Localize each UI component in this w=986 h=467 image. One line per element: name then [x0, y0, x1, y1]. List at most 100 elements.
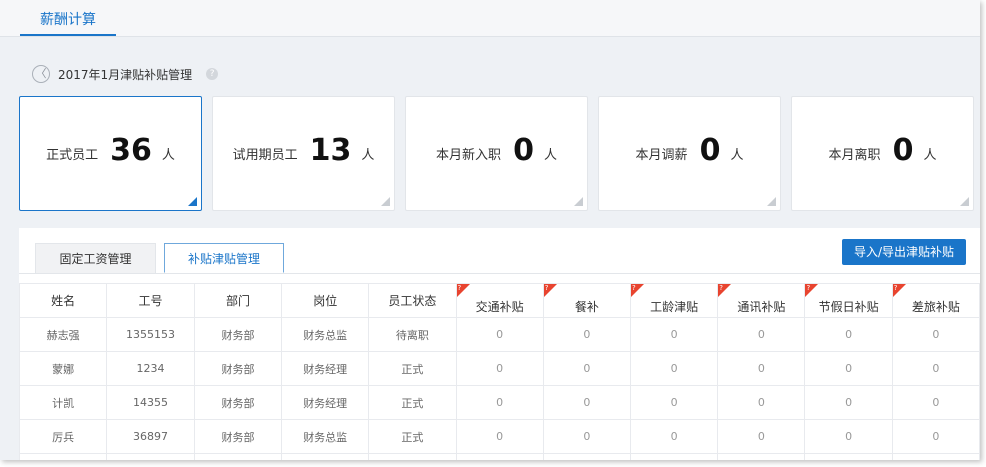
stat-card-new-hires[interactable]: 本月新入职 0 人 [405, 96, 588, 211]
cell-name: 厉兵 [18, 419, 108, 454]
cell-meal[interactable] [542, 453, 632, 460]
cell-meal[interactable]: 0 [542, 385, 632, 420]
cell-travel[interactable]: 0 [891, 317, 980, 352]
cell-department [193, 453, 283, 460]
stat-card-salary-adjust[interactable]: 本月调薪 0 人 [598, 96, 781, 211]
corner-triangle-icon [381, 197, 390, 206]
cell-meal[interactable]: 0 [542, 419, 632, 454]
cell-meal[interactable]: 0 [542, 317, 632, 352]
cell-meal[interactable]: 0 [542, 351, 632, 386]
col-header-meal[interactable]: ? 餐补 [542, 283, 632, 318]
cell-status: 待离职 [368, 317, 457, 352]
page-header: 〈 2017年1月津贴补贴管理 ? [32, 64, 219, 84]
stat-unit: 人 [161, 148, 175, 163]
cell-seniority[interactable]: 0 [630, 385, 719, 420]
corner-triangle-icon [574, 197, 583, 206]
allowance-panel: 固定工资管理 补贴津贴管理 导入/导出津贴补贴 姓名 工号 部门 岗位 员工状态… [18, 228, 980, 460]
stat-unit: 人 [543, 148, 557, 163]
stat-value: 0 [892, 133, 914, 168]
tab-fixed-salary[interactable]: 固定工资管理 [35, 243, 156, 273]
cell-status: 正式 [368, 351, 457, 386]
cell-transport[interactable]: 0 [455, 351, 544, 386]
cell-seniority[interactable]: 0 [630, 317, 719, 352]
cell-position: 财务经理 [281, 351, 370, 386]
cell-employee-id [106, 453, 195, 460]
cell-travel[interactable]: 0 [891, 385, 980, 420]
stat-label: 试用期员工 [232, 148, 298, 163]
col-header-label: 节假日补贴 [818, 300, 879, 314]
table-row[interactable] [18, 453, 980, 460]
cell-communication[interactable]: 0 [717, 317, 806, 352]
cell-employee-id: 1355153 [106, 317, 195, 352]
table-row[interactable]: 赫志强 1355153 财务部 财务总监 待离职 0 0 0 0 0 0 [18, 317, 980, 352]
cell-employee-id: 1234 [106, 351, 195, 386]
cell-travel[interactable]: 0 [891, 419, 980, 454]
stat-card-departures[interactable]: 本月离职 0 人 [791, 96, 974, 211]
cell-name: 计凯 [18, 385, 108, 420]
tab-salary-calc[interactable]: 薪酬计算 [20, 0, 116, 36]
cell-seniority[interactable] [630, 453, 719, 460]
stat-value: 13 [309, 133, 352, 168]
table-row[interactable]: 计凯 14355 财务部 财务经理 正式 0 0 0 0 0 0 [18, 385, 980, 420]
col-header-seniority[interactable]: ? 工龄津贴 [630, 283, 719, 318]
cell-communication[interactable]: 0 [717, 385, 806, 420]
cell-name: 蒙娜 [18, 351, 108, 386]
flag-icon: ? [718, 284, 732, 297]
cell-holiday[interactable]: 0 [804, 351, 893, 386]
cell-holiday[interactable]: 0 [804, 317, 893, 352]
allowance-table: 姓名 工号 部门 岗位 员工状态 ? 交通补贴 ? 餐补 ? 工龄津贴 ? 通讯补贴 ?… [18, 283, 980, 460]
table-row[interactable]: 蒙娜 1234 财务部 财务经理 正式 0 0 0 0 0 0 [18, 351, 980, 386]
cell-department: 财务部 [193, 385, 283, 420]
flag-icon: ? [892, 284, 906, 297]
table-row[interactable]: 厉兵 36897 财务部 财务总监 正式 0 0 0 0 0 0 [18, 419, 980, 454]
cell-position [281, 453, 370, 460]
stat-unit: 人 [923, 148, 937, 163]
stat-card-probation[interactable]: 试用期员工 13 人 [212, 96, 395, 211]
corner-triangle-icon [767, 197, 776, 206]
page-title: 2017年1月津贴补贴管理 [58, 67, 193, 82]
col-header-employee-id: 工号 [106, 283, 195, 318]
col-header-label: 交通补贴 [475, 300, 524, 314]
cell-travel[interactable]: 0 [891, 351, 980, 386]
stat-card-regular[interactable]: 正式员工 36 人 [19, 96, 202, 211]
help-icon[interactable]: ? [206, 68, 219, 80]
tab-allowance[interactable]: 补贴津贴管理 [164, 243, 284, 273]
app-window: 薪酬计算 〈 2017年1月津贴补贴管理 ? 正式员工 36 人 试用期员工 1… [0, 0, 980, 460]
flag-icon: ? [456, 284, 470, 297]
cell-department: 财务部 [193, 317, 283, 352]
cell-seniority[interactable]: 0 [630, 419, 719, 454]
back-icon[interactable]: 〈 [32, 65, 50, 83]
flag-icon: ? [543, 284, 557, 297]
stat-unit: 人 [730, 148, 744, 163]
cell-transport[interactable]: 0 [455, 317, 544, 352]
col-header-transport[interactable]: ? 交通补贴 [455, 283, 544, 318]
corner-triangle-icon [960, 197, 969, 206]
stat-label: 正式员工 [46, 148, 99, 163]
col-header-position: 岗位 [281, 283, 370, 318]
col-header-holiday[interactable]: ? 节假日补贴 [804, 283, 893, 318]
col-header-label: 通讯补贴 [737, 300, 786, 314]
col-header-department: 部门 [193, 283, 283, 318]
cell-communication[interactable]: 0 [717, 419, 806, 454]
cell-employee-id: 14355 [106, 385, 195, 420]
cell-communication[interactable]: 0 [717, 351, 806, 386]
cell-holiday[interactable]: 0 [804, 419, 893, 454]
col-header-label: 差旅补贴 [911, 300, 960, 314]
stat-value: 36 [110, 133, 152, 168]
cell-holiday[interactable]: 0 [804, 385, 893, 420]
cell-travel[interactable] [891, 453, 980, 460]
cell-seniority[interactable]: 0 [630, 351, 719, 386]
cell-transport[interactable] [455, 453, 544, 460]
col-header-name: 姓名 [18, 283, 108, 318]
col-header-communication[interactable]: ? 通讯补贴 [717, 283, 806, 318]
cell-communication[interactable] [717, 453, 806, 460]
col-header-travel[interactable]: ? 差旅补贴 [891, 283, 980, 318]
stat-label: 本月新入职 [436, 148, 502, 163]
import-export-button[interactable]: 导入/导出津贴补贴 [842, 239, 966, 265]
cell-name [18, 453, 108, 460]
cell-transport[interactable]: 0 [455, 385, 544, 420]
cell-holiday[interactable] [804, 453, 893, 460]
cell-transport[interactable]: 0 [455, 419, 544, 454]
stat-value: 0 [513, 133, 534, 168]
stat-value: 0 [699, 133, 721, 168]
